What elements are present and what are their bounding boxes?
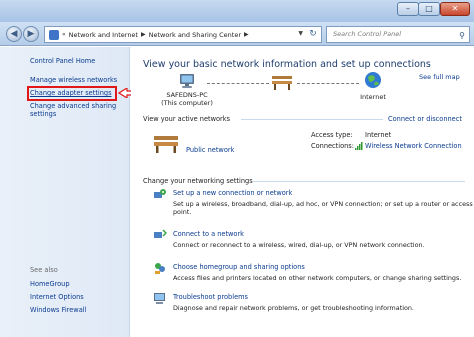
highlight-box: [27, 86, 117, 101]
task-homegroup-desc: Access files and printers located on oth…: [173, 274, 462, 282]
search-placeholder: Search Control Panel: [333, 30, 402, 38]
access-type-label: Access type:: [311, 131, 353, 139]
internet-node: Internet: [351, 71, 395, 101]
address-dropdown-icon[interactable]: ▼: [298, 30, 303, 37]
task-setup-connection-desc: Set up a wireless, broadband, dial-up, a…: [173, 200, 473, 208]
breadcrumb-overflow-icon[interactable]: «: [62, 31, 66, 38]
task-setup-connection-desc-cont: point.: [173, 208, 192, 216]
connect-or-disconnect-link[interactable]: Connect or disconnect: [388, 115, 462, 123]
access-type-value: Internet: [365, 131, 392, 139]
sidebar-internet-options[interactable]: Internet Options: [30, 293, 84, 301]
close-button[interactable]: ✕: [440, 2, 470, 16]
sidebar-windows-firewall[interactable]: Windows Firewall: [30, 306, 86, 314]
minimize-button[interactable]: –: [397, 2, 419, 16]
see-also-heading: See also: [30, 266, 58, 274]
breadcrumb-separator-icon[interactable]: ▶: [244, 31, 249, 38]
wireless-signal-icon: [355, 142, 363, 150]
task-setup-connection-link[interactable]: Set up a new connection or network: [173, 189, 292, 197]
back-button[interactable]: ◀: [6, 26, 22, 42]
control-panel-icon: [49, 29, 59, 40]
change-settings-heading: Change your networking settings: [143, 177, 253, 185]
section-divider: [241, 119, 383, 120]
breadcrumb-network-and-internet[interactable]: Network and Internet: [69, 31, 138, 39]
computer-name: SAFEDNS-PC: [166, 91, 208, 99]
navigation-bar: ◀ ▶ « Network and Internet ▶ Network and…: [0, 22, 474, 46]
maximize-button[interactable]: □: [418, 2, 440, 16]
globe-icon: [365, 72, 381, 88]
title-bar: – □ ✕: [0, 0, 474, 22]
address-bar[interactable]: « Network and Internet ▶ Network and Sha…: [44, 26, 322, 43]
computer-icon: [180, 74, 194, 88]
connect-network-icon: [154, 229, 167, 238]
active-networks-heading: View your active networks: [143, 115, 231, 123]
task-connect-network-link[interactable]: Connect to a network: [173, 230, 244, 238]
task-connect-network-desc: Connect or reconnect to a wireless, wire…: [173, 241, 425, 249]
breadcrumb-network-sharing-center[interactable]: Network and Sharing Center: [149, 31, 241, 39]
sidebar-change-advanced-sharing[interactable]: Change advanced sharing: [30, 102, 116, 110]
new-connection-icon: [154, 189, 166, 198]
breadcrumb-separator-icon[interactable]: ▶: [141, 31, 146, 38]
this-computer-node: SAFEDNS-PC (This computer): [159, 73, 215, 107]
computer-caption: (This computer): [161, 99, 213, 107]
wireless-connection-link[interactable]: Wireless Network Connection: [365, 142, 462, 150]
task-troubleshoot-desc: Diagnose and repair network problems, or…: [173, 304, 414, 312]
public-network-bench-icon: [154, 136, 178, 153]
search-icon[interactable]: ⚲: [459, 28, 465, 43]
sidebar-change-advanced-sharing-cont[interactable]: settings: [30, 110, 56, 118]
refresh-icon[interactable]: ↻: [306, 27, 320, 41]
section-divider: [253, 181, 465, 182]
sidebar-manage-wireless-networks[interactable]: Manage wireless networks: [30, 76, 117, 84]
sidebar-control-panel-home[interactable]: Control Panel Home: [30, 57, 95, 65]
see-full-map-link[interactable]: See full map: [419, 73, 460, 81]
forward-button[interactable]: ▶: [23, 26, 39, 42]
search-input[interactable]: Search Control Panel ⚲: [326, 26, 470, 43]
task-troubleshoot-link[interactable]: Troubleshoot problems: [173, 293, 248, 301]
homegroup-icon: [155, 263, 165, 274]
public-network-link[interactable]: Public network: [186, 146, 234, 154]
main-content: View your basic network information and …: [131, 47, 474, 337]
map-connection-line: [207, 83, 269, 84]
sidebar-homegroup[interactable]: HomeGroup: [30, 280, 70, 288]
task-homegroup-link[interactable]: Choose homegroup and sharing options: [173, 263, 305, 271]
connections-label: Connections:: [311, 142, 354, 150]
map-connection-line: [297, 83, 359, 84]
troubleshoot-icon: [154, 293, 165, 304]
page-title: View your basic network information and …: [143, 59, 431, 70]
network-bench-icon: [272, 76, 292, 90]
internet-label: Internet: [360, 93, 386, 101]
